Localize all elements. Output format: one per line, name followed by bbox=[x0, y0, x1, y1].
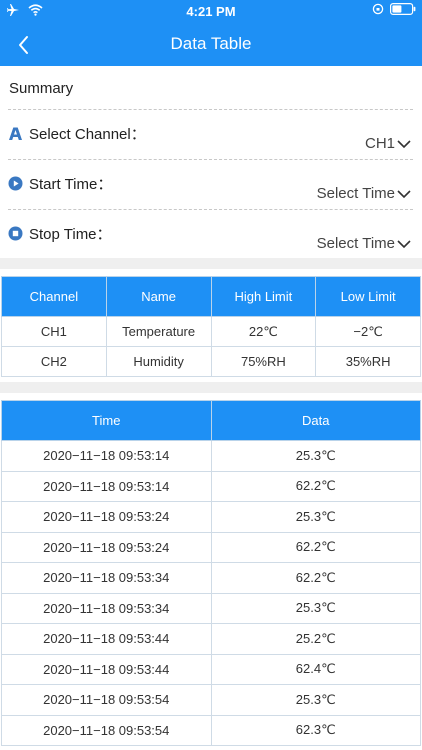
stop-time-row[interactable]: Stop Time： Select Time bbox=[8, 209, 413, 259]
table-row: CH1 Temperature 22℃ −2℃ bbox=[1, 316, 421, 347]
table-cell: 35%RH bbox=[315, 346, 421, 377]
table-row: CH2 Humidity 75%RH 35%RH bbox=[1, 346, 421, 377]
select-channel-label: Select Channel： bbox=[29, 126, 146, 143]
page-title: Data Table bbox=[170, 34, 252, 53]
table-row: 2020−11−18 09:53:24 25.3℃ bbox=[1, 501, 421, 533]
table-cell: Temperature bbox=[105, 316, 212, 347]
section-divider bbox=[0, 258, 422, 269]
table-cell: 75%RH bbox=[210, 346, 317, 377]
table-cell: −2℃ bbox=[315, 316, 421, 347]
navigation-bar: Data Table bbox=[0, 24, 422, 66]
summary-title: Summary bbox=[9, 80, 74, 97]
chevron-down-icon bbox=[397, 189, 411, 198]
data-cell: 25.3℃ bbox=[210, 684, 421, 716]
table-row: 2020−11−18 09:53:54 25.3℃ bbox=[1, 684, 421, 716]
start-time-row[interactable]: Start Time： Select Time bbox=[8, 159, 413, 209]
data-cell: 62.3℃ bbox=[210, 714, 421, 746]
stop-time-select[interactable]: Select Time bbox=[317, 235, 411, 252]
data-cell: 62.4℃ bbox=[210, 653, 421, 685]
orientation-lock-icon bbox=[372, 3, 384, 15]
table-cell: CH2 bbox=[1, 346, 107, 377]
time-cell: 2020−11−18 09:53:44 bbox=[1, 653, 212, 685]
data-cell: 25.2℃ bbox=[210, 623, 421, 655]
start-time-label: Start Time： bbox=[29, 176, 113, 193]
time-cell: 2020−11−18 09:53:54 bbox=[1, 684, 212, 716]
app-header: 4:21 PM Data Table bbox=[0, 0, 422, 66]
column-header-name: Name bbox=[105, 276, 212, 317]
column-header-time: Time bbox=[1, 400, 212, 441]
table-cell: 22℃ bbox=[210, 316, 317, 347]
data-cell: 62.2℃ bbox=[210, 562, 421, 594]
table-row: 2020−11−18 09:53:24 62.2℃ bbox=[1, 531, 421, 563]
stop-time-label: Stop Time： bbox=[29, 226, 112, 243]
start-time-select[interactable]: Select Time bbox=[317, 185, 411, 202]
channel-value: CH1 bbox=[364, 135, 395, 152]
play-circle-icon bbox=[8, 176, 23, 191]
section-divider bbox=[0, 382, 422, 393]
table-row: 2020−11−18 09:53:34 62.2℃ bbox=[1, 562, 421, 594]
column-header-high-limit: High Limit bbox=[210, 276, 317, 317]
chevron-down-icon bbox=[397, 139, 411, 148]
channel-icon bbox=[9, 127, 22, 140]
table-header-row: Time Data bbox=[1, 400, 421, 441]
table-cell: CH1 bbox=[1, 316, 107, 347]
time-cell: 2020−11−18 09:53:14 bbox=[1, 470, 212, 502]
time-cell: 2020−11−18 09:53:14 bbox=[1, 440, 212, 472]
time-cell: 2020−11−18 09:53:34 bbox=[1, 562, 212, 594]
data-cell: 25.3℃ bbox=[210, 592, 421, 624]
status-bar: 4:21 PM bbox=[0, 0, 422, 24]
time-cell: 2020−11−18 09:53:34 bbox=[1, 592, 212, 624]
status-time: 4:21 PM bbox=[186, 4, 236, 19]
column-header-channel: Channel bbox=[1, 276, 107, 317]
limits-table: Channel Name High Limit Low Limit CH1 Te… bbox=[1, 276, 421, 377]
table-row: 2020−11−18 09:53:14 62.2℃ bbox=[1, 470, 421, 502]
table-row: 2020−11−18 09:53:54 62.3℃ bbox=[1, 714, 421, 746]
data-cell: 62.2℃ bbox=[210, 470, 421, 502]
start-time-value: Select Time bbox=[316, 185, 395, 202]
time-cell: 2020−11−18 09:53:54 bbox=[1, 714, 212, 746]
data-cell: 62.2℃ bbox=[210, 531, 421, 563]
column-header-low-limit: Low Limit bbox=[315, 276, 421, 317]
time-cell: 2020−11−18 09:53:44 bbox=[1, 623, 212, 655]
table-row: 2020−11−18 09:53:14 25.3℃ bbox=[1, 440, 421, 472]
table-cell: Humidity bbox=[105, 346, 212, 377]
time-cell: 2020−11−18 09:53:24 bbox=[1, 501, 212, 533]
table-row: 2020−11−18 09:53:44 62.4℃ bbox=[1, 653, 421, 685]
data-table: Time Data 2020−11−18 09:53:14 25.3℃ 2020−… bbox=[1, 400, 421, 746]
table-row: 2020−11−18 09:53:44 25.2℃ bbox=[1, 623, 421, 655]
select-channel-row[interactable]: Select Channel： CH1 bbox=[8, 109, 413, 159]
chevron-down-icon bbox=[397, 239, 411, 248]
table-row: 2020−11−18 09:53:34 25.3℃ bbox=[1, 592, 421, 624]
channel-select[interactable]: CH1 bbox=[365, 135, 411, 152]
battery-icon bbox=[390, 3, 416, 15]
stop-circle-icon bbox=[8, 226, 23, 241]
table-header-row: Channel Name High Limit Low Limit bbox=[1, 276, 421, 317]
data-cell: 25.3℃ bbox=[210, 440, 421, 472]
stop-time-value: Select Time bbox=[316, 235, 395, 252]
time-cell: 2020−11−18 09:53:24 bbox=[1, 531, 212, 563]
column-header-data: Data bbox=[210, 400, 421, 441]
data-cell: 25.3℃ bbox=[210, 501, 421, 533]
